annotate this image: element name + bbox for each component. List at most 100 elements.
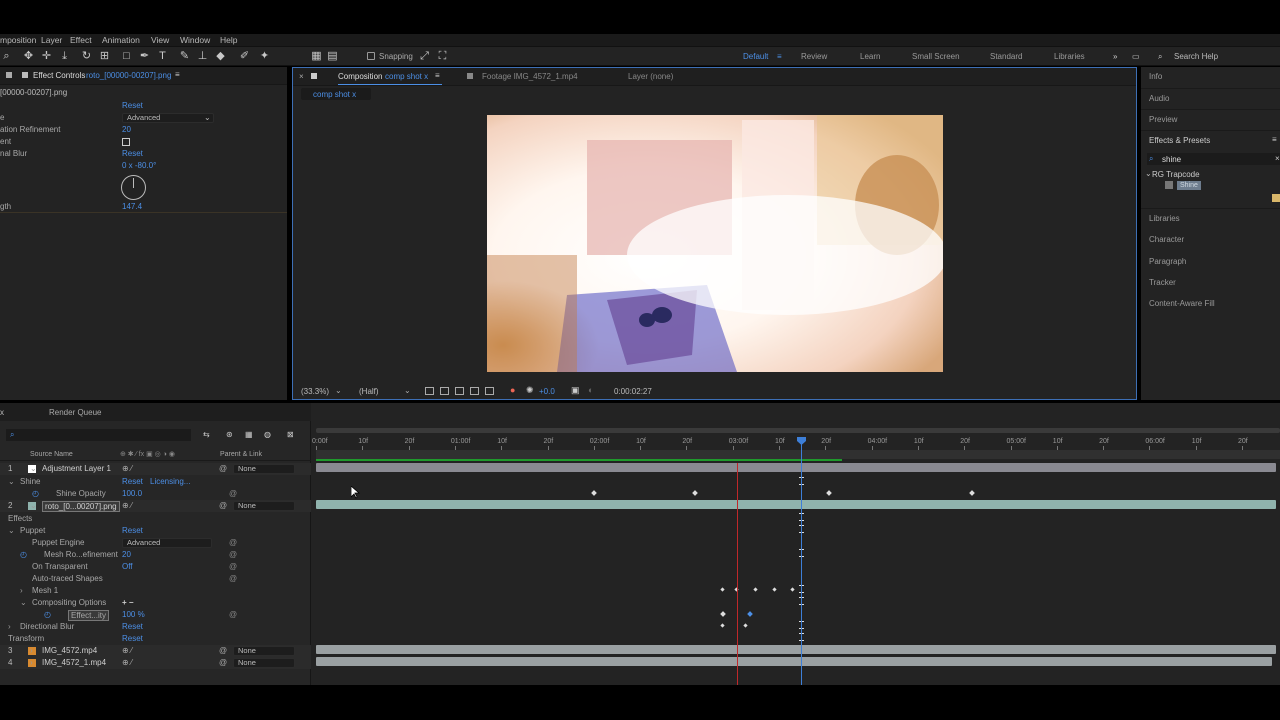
pen-tool-icon[interactable]: ✒	[138, 50, 151, 63]
twirl-open-icon[interactable]: ⌄	[8, 525, 15, 537]
workspace-learn[interactable]: Learn	[860, 52, 880, 61]
timeline-property-row[interactable]: ⌄ Compositing Options + −	[0, 597, 311, 609]
search-tool-icon[interactable]: ⌕	[0, 50, 13, 63]
effect-preset-icon[interactable]	[1272, 194, 1280, 202]
transparency-grid-icon[interactable]	[440, 387, 449, 395]
keyframe[interactable]	[720, 611, 726, 617]
align-icon[interactable]: ▦	[310, 50, 323, 63]
effects-search-input[interactable]: ⌕ shine ×	[1147, 153, 1280, 165]
timeline-property-row[interactable]: On Transparent Off @	[0, 561, 311, 573]
workspace-small-screen[interactable]: Small Screen	[912, 52, 960, 61]
parent-link-header[interactable]: Parent & Link	[220, 451, 262, 458]
comp-mini-flowchart-icon[interactable]: ⇆	[203, 430, 210, 439]
property-value[interactable]: Reset	[122, 525, 143, 537]
property-value[interactable]: Reset	[122, 476, 143, 488]
snap-option-icon[interactable]: ⤢	[418, 50, 431, 63]
layer-name[interactable]: Shine Opacity	[56, 488, 106, 500]
twirl-open-icon[interactable]: ⌄	[30, 500, 37, 512]
brush-tool-icon[interactable]: ✎	[178, 50, 191, 63]
panel-close-icon[interactable]: ×	[299, 72, 304, 81]
frame-blending-icon[interactable]: ◍	[264, 430, 271, 439]
pan-tool-icon[interactable]: ✛	[40, 50, 53, 63]
property-value[interactable]: Off	[122, 561, 133, 573]
more-workspaces-icon[interactable]: »	[1113, 52, 1117, 61]
pick-whip-icon[interactable]: @	[219, 657, 227, 669]
menu-layer[interactable]: Layer	[41, 35, 62, 45]
time-navigator[interactable]	[316, 428, 1280, 433]
panel-menu-icon[interactable]: ≡	[175, 70, 180, 79]
workspace-standard[interactable]: Standard	[990, 52, 1022, 61]
workspace-default[interactable]: Default	[743, 52, 768, 61]
zoom-dropdown[interactable]: (33.3%)	[301, 387, 329, 396]
composition-tab[interactable]: Composition	[338, 72, 382, 81]
pick-whip-icon[interactable]: @	[229, 573, 237, 585]
graph-editor-icon[interactable]: ⊠	[287, 430, 294, 439]
sync-icon[interactable]: ▭	[1132, 52, 1140, 61]
twirl-closed-icon[interactable]: ›	[20, 585, 23, 597]
layer-name[interactable]: Mesh Ro...efinement	[44, 549, 118, 561]
keyframe[interactable]	[720, 587, 725, 592]
pick-whip-icon[interactable]: @	[229, 488, 237, 500]
menu-effect[interactable]: Effect	[70, 35, 92, 45]
workspace-review[interactable]: Review	[801, 52, 827, 61]
parent-dropdown[interactable]: None	[233, 658, 295, 668]
keyframe[interactable]	[772, 587, 777, 592]
layer-name[interactable]: Effect...ity	[68, 610, 109, 621]
type-tool-icon[interactable]: T	[156, 50, 169, 63]
property-value[interactable]: 100.0	[122, 488, 142, 500]
layer-switches-icon[interactable]: ⊕ ⁄	[122, 657, 132, 669]
playhead-line[interactable]	[801, 443, 802, 685]
menu-composition[interactable]: mposition	[0, 35, 36, 45]
property-value[interactable]: 20	[122, 549, 131, 561]
category-expand-icon[interactable]: ⌄	[1145, 169, 1152, 178]
render-queue-tab[interactable]: Render Queue	[49, 408, 101, 417]
twirl-closed-icon[interactable]: ›	[30, 657, 33, 669]
ec-length-value[interactable]: 147.4	[122, 201, 142, 213]
timeline-layer-row[interactable]: 1 None @ ⊕ ⁄ ⌄ Adjustment Layer 1	[0, 463, 311, 475]
twirl-open-icon[interactable]: ⌄	[30, 463, 37, 475]
fit-icon[interactable]	[425, 387, 434, 395]
layer-name[interactable]: Effects	[8, 513, 32, 525]
layer-switches-icon[interactable]: ⊕ ⁄	[122, 500, 132, 512]
layer-bar-img4572-1[interactable]	[316, 657, 1272, 666]
eraser-tool-icon[interactable]: ◆	[214, 50, 227, 63]
pick-whip-icon[interactable]: @	[219, 463, 227, 475]
keyframe[interactable]	[753, 587, 758, 592]
timeline-property-row[interactable]: › Directional Blur Reset	[0, 621, 311, 633]
rotate-tool-icon[interactable]: ↻	[80, 50, 93, 63]
timeline-search-input[interactable]: ⌕	[6, 429, 191, 441]
layer-bar-adjustment[interactable]	[316, 463, 1276, 472]
layer-name[interactable]: Directional Blur	[20, 621, 74, 633]
ec-refinement-value[interactable]: 20	[122, 124, 131, 136]
layer-name[interactable]: Compositing Options	[32, 597, 106, 609]
keyframe[interactable]	[790, 587, 795, 592]
libraries-panel[interactable]: Libraries	[1149, 214, 1180, 223]
mask-visibility-icon[interactable]	[455, 387, 464, 395]
orbit-tool-icon[interactable]: ✥	[22, 50, 35, 63]
twirl-closed-icon[interactable]: ›	[8, 621, 11, 633]
resolution-dropdown[interactable]: (Half)	[359, 387, 379, 396]
keyframe[interactable]	[826, 490, 832, 496]
parent-dropdown[interactable]: None	[233, 501, 295, 511]
pick-whip-icon[interactable]: @	[219, 645, 227, 657]
character-panel[interactable]: Character	[1149, 235, 1184, 244]
layer-name[interactable]: Mesh 1	[32, 585, 58, 597]
effect-shine-item[interactable]: Shine	[1177, 181, 1201, 190]
work-area-bar[interactable]	[316, 450, 1280, 459]
comp-breadcrumb[interactable]: comp shot x	[301, 88, 371, 100]
comp-timecode[interactable]: 0:00:02:27	[614, 387, 652, 396]
layer-name[interactable]: Auto-traced Shapes	[32, 573, 103, 585]
clear-search-icon[interactable]: ×	[1275, 154, 1280, 163]
menu-help[interactable]: Help	[220, 35, 237, 45]
exposure-value[interactable]: +0.0	[539, 387, 555, 396]
twirl-open-icon[interactable]: ⌄	[20, 597, 27, 609]
effect-controls-file[interactable]: roto_[00000-00207].png	[86, 71, 171, 80]
direction-dial-icon[interactable]	[121, 175, 146, 200]
channels-icon[interactable]	[485, 387, 494, 395]
pick-whip-icon[interactable]: @	[229, 561, 237, 573]
property-value[interactable]: Reset	[122, 633, 143, 645]
info-panel[interactable]: Info	[1149, 72, 1162, 81]
search-icon[interactable]: ⌕	[1158, 52, 1162, 62]
roto-brush-icon[interactable]: ✐	[238, 50, 251, 63]
menu-view[interactable]: View	[151, 35, 169, 45]
